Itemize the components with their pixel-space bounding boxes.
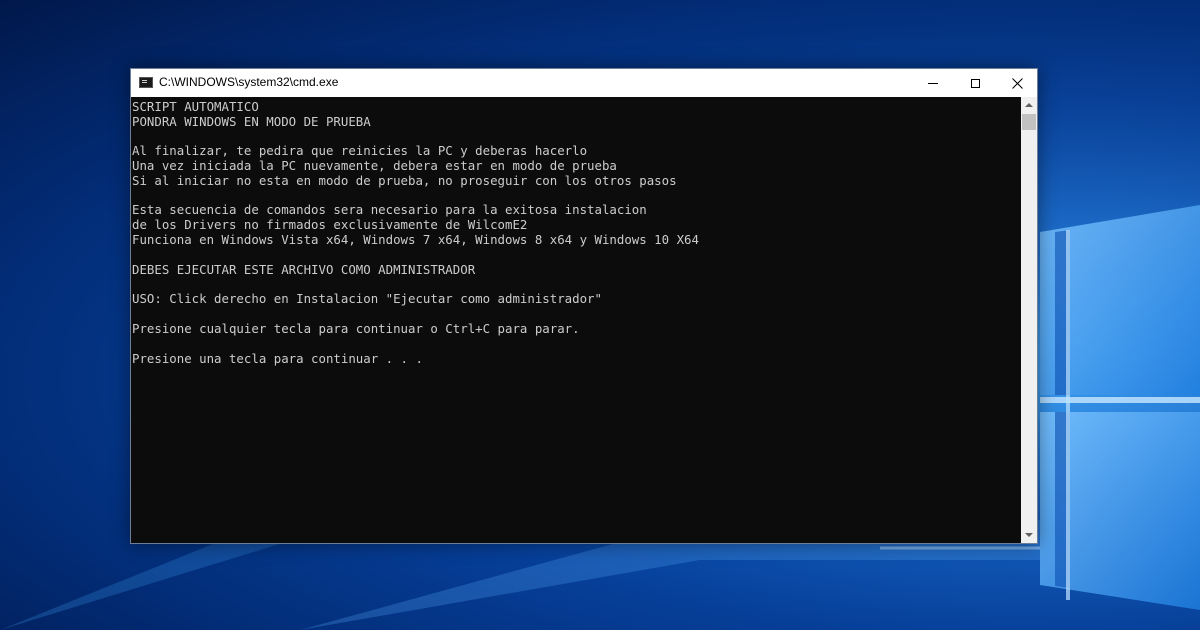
title-bar[interactable]: C:\WINDOWS\system32\cmd.exe xyxy=(131,69,1037,97)
console-line: de los Drivers no firmados exclusivament… xyxy=(132,217,528,232)
close-button[interactable] xyxy=(995,69,1039,97)
close-icon xyxy=(1011,77,1023,89)
arrow-up-icon xyxy=(1025,103,1033,107)
cmd-icon[interactable] xyxy=(139,77,153,88)
maximize-button[interactable] xyxy=(953,69,997,97)
minimize-button[interactable] xyxy=(911,69,955,97)
arrow-down-icon xyxy=(1025,533,1033,537)
scroll-thumb[interactable] xyxy=(1022,114,1036,130)
console-line: Al finalizar, te pedira que reinicies la… xyxy=(132,143,588,158)
console-line: PONDRA WINDOWS EN MODO DE PRUEBA xyxy=(132,114,371,129)
minimize-icon xyxy=(928,82,938,84)
console-line: Presione cualquier tecla para continuar … xyxy=(132,321,580,336)
console-line: Esta secuencia de comandos sera necesari… xyxy=(132,202,647,217)
cmd-window[interactable]: C:\WINDOWS\system32\cmd.exe SCRIPT AUTOM… xyxy=(130,68,1038,544)
scroll-up-button[interactable] xyxy=(1021,97,1037,113)
console-line: Si al iniciar no esta en modo de prueba,… xyxy=(132,173,677,188)
vertical-scrollbar[interactable] xyxy=(1021,97,1037,543)
console-line: USO: Click derecho en Instalacion "Ejecu… xyxy=(132,291,602,306)
maximize-icon xyxy=(970,78,980,88)
console-line: DEBES EJECUTAR ESTE ARCHIVO COMO ADMINIS… xyxy=(132,262,476,277)
console-line: Funciona en Windows Vista x64, Windows 7… xyxy=(132,232,699,247)
console-line: Una vez iniciada la PC nuevamente, deber… xyxy=(132,158,617,173)
console-output[interactable]: SCRIPT AUTOMATICO PONDRA WINDOWS EN MODO… xyxy=(131,97,1021,543)
window-title: C:\WINDOWS\system32\cmd.exe xyxy=(159,75,339,89)
console-line: SCRIPT AUTOMATICO xyxy=(132,99,259,114)
scroll-down-button[interactable] xyxy=(1021,527,1037,543)
console-line: Presione una tecla para continuar . . . xyxy=(132,351,423,366)
